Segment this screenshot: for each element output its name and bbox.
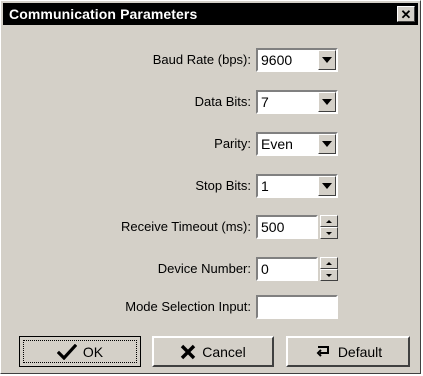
mode-selection-label: Mode Selection Input:: [125, 299, 251, 314]
x-icon: [180, 344, 196, 360]
parity-value: Even: [261, 136, 293, 152]
device-number-spinner: [320, 257, 338, 281]
baud-rate-value: 9600: [261, 52, 293, 68]
receive-timeout-increment[interactable]: [320, 215, 338, 227]
cancel-label: Cancel: [202, 343, 246, 360]
device-number-decrement[interactable]: [320, 269, 338, 281]
parity-dropdown-button[interactable]: [318, 134, 336, 154]
chevron-down-icon: [322, 57, 332, 63]
receive-timeout-label: Receive Timeout (ms):: [120, 219, 251, 234]
device-number-row: Device Number: 0: [1, 257, 422, 281]
close-icon: ✕: [400, 6, 412, 22]
receive-timeout-row: Receive Timeout (ms): 500: [1, 215, 422, 239]
device-number-label: Device Number:: [157, 261, 251, 276]
parity-select[interactable]: Even: [256, 132, 338, 156]
receive-timeout-value: 500: [261, 219, 285, 235]
receive-timeout-input[interactable]: 500: [256, 215, 318, 239]
data-bits-dropdown-button[interactable]: [318, 92, 336, 112]
arrow-up-icon: [326, 261, 332, 265]
baud-rate-dropdown-button[interactable]: [318, 50, 336, 70]
chevron-down-icon: [322, 141, 332, 147]
data-bits-label: Data Bits:: [194, 94, 251, 109]
data-bits-row: Data Bits: 7: [1, 90, 422, 114]
focus-rect: [23, 340, 137, 363]
chevron-down-icon: [322, 183, 332, 189]
parity-row: Parity: Even: [1, 132, 422, 156]
default-label: Default: [337, 343, 383, 360]
chevron-down-icon: [322, 99, 332, 105]
stop-bits-row: Stop Bits: 1: [1, 174, 422, 198]
baud-rate-select[interactable]: 9600: [256, 48, 338, 72]
receive-timeout-decrement[interactable]: [320, 227, 338, 239]
device-number-value: 0: [261, 261, 269, 277]
close-button[interactable]: ✕: [397, 6, 415, 22]
stop-bits-value: 1: [261, 178, 269, 194]
mode-selection-row: Mode Selection Input:: [1, 295, 422, 319]
reset-icon: [314, 344, 332, 360]
device-number-input[interactable]: 0: [256, 257, 318, 281]
baud-rate-label: Baud Rate (bps):: [152, 52, 251, 67]
window-title: Communication Parameters: [9, 6, 198, 22]
stop-bits-select[interactable]: 1: [256, 174, 338, 198]
stop-bits-label: Stop Bits:: [195, 178, 251, 193]
receive-timeout-spinner: [320, 215, 338, 239]
mode-selection-input[interactable]: [256, 295, 338, 319]
data-bits-select[interactable]: 7: [256, 90, 338, 114]
title-bar[interactable]: Communication Parameters ✕: [3, 3, 418, 25]
stop-bits-dropdown-button[interactable]: [318, 176, 336, 196]
device-number-increment[interactable]: [320, 257, 338, 269]
arrow-down-icon: [326, 273, 332, 277]
cancel-button[interactable]: Cancel: [152, 336, 274, 367]
baud-rate-row: Baud Rate (bps): 9600: [1, 48, 422, 72]
arrow-down-icon: [326, 231, 332, 235]
default-button[interactable]: Default: [286, 336, 410, 367]
parity-label: Parity:: [214, 136, 251, 151]
communication-parameters-dialog: Communication Parameters ✕ Baud Rate (bp…: [0, 0, 421, 374]
data-bits-value: 7: [261, 94, 269, 110]
arrow-up-icon: [326, 219, 332, 223]
ok-button[interactable]: OK: [19, 336, 141, 367]
